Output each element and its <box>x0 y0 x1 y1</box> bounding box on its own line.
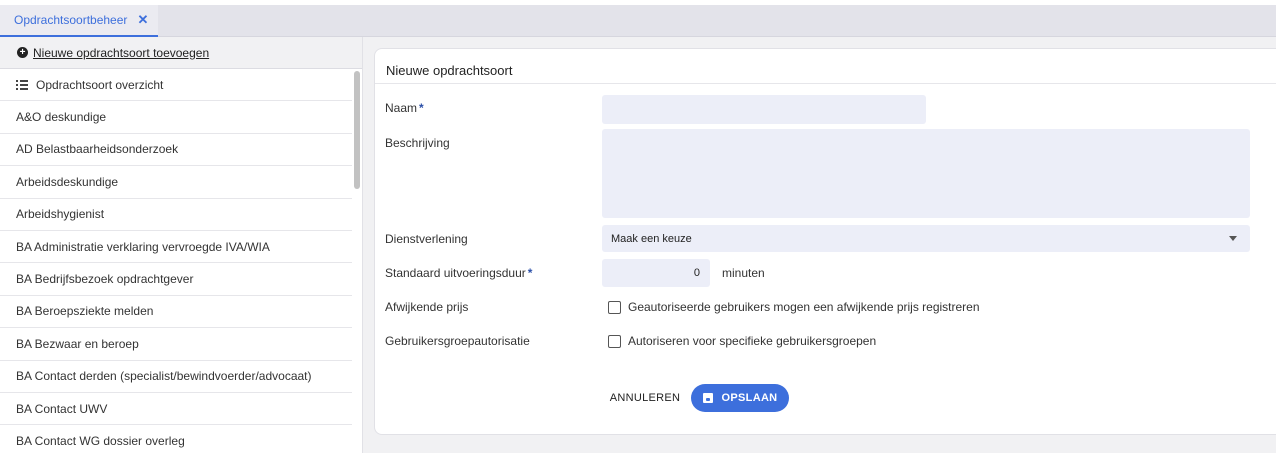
list-item-label: A&O deskundige <box>16 110 107 125</box>
new-opdrachtsoort-label: Nieuwe opdrachtsoort toevoegen <box>33 45 210 60</box>
list-icon <box>16 79 28 90</box>
groepautorisatie-label: Gebruikersgroepautorisatie <box>385 334 530 348</box>
naam-input[interactable] <box>602 95 926 124</box>
duur-input[interactable]: 0 <box>602 259 710 287</box>
sidebar-item-label: Opdrachtsoort overzicht <box>36 77 164 92</box>
list-item[interactable]: BA Beroepsziekte melden <box>0 296 352 329</box>
form-title: Nieuwe opdrachtsoort <box>386 63 513 78</box>
dienstverlening-label: Dienstverlening <box>385 232 468 246</box>
list-item-label: Arbeidshygienist <box>16 207 105 222</box>
list-item-label: BA Bezwaar en beroep <box>16 336 139 351</box>
beschrijving-textarea[interactable] <box>602 129 1250 218</box>
new-opdrachtsoort-link[interactable]: + Nieuwe opdrachtsoort toevoegen <box>0 37 362 69</box>
list-item[interactable]: Arbeidsdeskundige <box>0 166 352 199</box>
chevron-down-icon <box>1229 236 1237 241</box>
list-item-label: Arbeidsdeskundige <box>16 174 119 189</box>
list-item[interactable]: BA Contact UWV <box>0 393 352 426</box>
divider <box>375 83 1276 84</box>
save-icon <box>702 393 713 403</box>
naam-label: Naam * <box>385 101 424 115</box>
required-marker: * <box>419 101 424 115</box>
list-item-label: BA Bedrijfsbezoek opdrachtgever <box>16 272 194 287</box>
list-item-label: AD Belastbaarheidsonderzoek <box>16 142 179 157</box>
list-item-label: BA Administratie verklaring vervroegde I… <box>16 239 270 254</box>
sidebar-item-overview[interactable]: Opdrachtsoort overzicht <box>0 69 352 102</box>
list-item-label: BA Beroepsziekte melden <box>16 304 154 319</box>
cancel-button[interactable]: ANNULEREN <box>605 384 685 411</box>
close-icon[interactable]: ✕ <box>137 12 149 28</box>
tab-bar: Opdrachtsoortbeheer ✕ <box>0 5 1276 37</box>
list-item[interactable]: AD Belastbaarheidsonderzoek <box>0 134 352 167</box>
tab-opdrachtsoortbeheer[interactable]: Opdrachtsoortbeheer ✕ <box>0 5 158 37</box>
list-item-label: BA Contact derden (specialist/bewindvoer… <box>16 369 312 384</box>
groepautorisatie-checkbox[interactable] <box>608 335 621 348</box>
afwijkende-prijs-checkbox-label[interactable]: Geautoriseerde gebruikers mogen een afwi… <box>628 300 980 314</box>
dienstverlening-select[interactable]: Maak een keuze <box>602 225 1250 252</box>
save-button[interactable]: OPSLAAN <box>691 384 789 412</box>
list-item[interactable]: Arbeidshygienist <box>0 199 352 231</box>
tab-label: Opdrachtsoortbeheer <box>14 13 128 27</box>
list-item[interactable]: BA Administratie verklaring vervroegde I… <box>0 231 352 264</box>
sidebar-scrollbar-thumb[interactable] <box>354 71 360 189</box>
sidebar: + Nieuwe opdrachtsoort toevoegen Opdrach… <box>0 37 363 453</box>
opdrachtsoort-list: Opdrachtsoort overzicht A&O deskundige A… <box>0 69 352 453</box>
required-marker: * <box>527 266 533 280</box>
list-item[interactable]: BA Bedrijfsbezoek opdrachtgever <box>0 263 352 296</box>
list-item-label: BA Contact UWV <box>16 401 108 416</box>
afwijkende-prijs-checkbox[interactable] <box>608 301 621 314</box>
duur-label: Standaard uitvoeringsduur * <box>385 266 533 280</box>
save-button-label: OPSLAAN <box>721 392 778 404</box>
plus-circle-icon: + <box>17 47 28 58</box>
list-item[interactable]: BA Contact derden (specialist/bewindvoer… <box>0 361 352 393</box>
list-item-label: BA Contact WG dossier overleg <box>16 433 185 448</box>
afwijkende-prijs-label: Afwijkende prijs <box>385 300 469 314</box>
list-item[interactable]: A&O deskundige <box>0 101 352 134</box>
groepautorisatie-checkbox-label[interactable]: Autoriseren voor specifieke gebruikersgr… <box>628 334 876 348</box>
list-item[interactable]: BA Bezwaar en beroep <box>0 328 352 361</box>
dienstverlening-value: Maak een keuze <box>611 232 692 245</box>
beschrijving-label: Beschrijving <box>385 136 450 150</box>
list-item[interactable]: BA Contact WG dossier overleg <box>0 425 352 453</box>
duur-unit: minuten <box>722 266 765 280</box>
